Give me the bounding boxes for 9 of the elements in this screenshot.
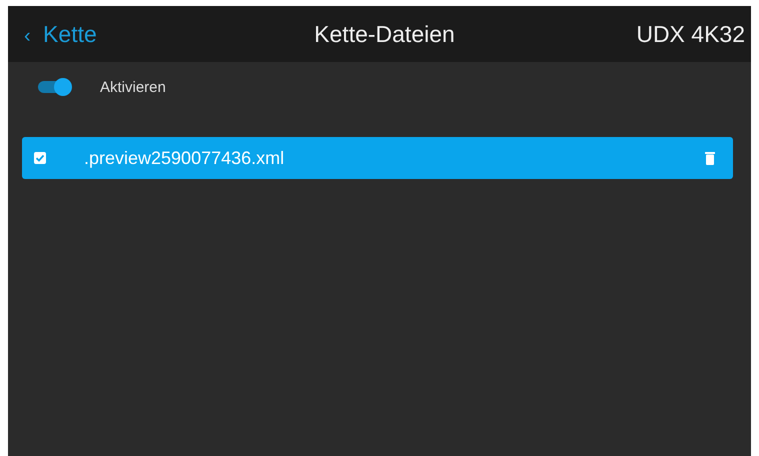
file-name: .preview2590077436.xml xyxy=(84,148,286,168)
toggle-label: Aktivieren xyxy=(100,78,166,96)
back-button[interactable]: ‹ Kette xyxy=(24,20,97,48)
device-name: UDX 4K32 xyxy=(636,20,745,48)
checkbox[interactable] xyxy=(34,152,46,164)
screen-title: Kette-Dateien xyxy=(314,20,455,48)
file-row[interactable]: .preview2590077436.xml xyxy=(22,137,733,179)
toggle-switch[interactable] xyxy=(38,81,70,93)
trash-icon[interactable] xyxy=(705,151,715,165)
